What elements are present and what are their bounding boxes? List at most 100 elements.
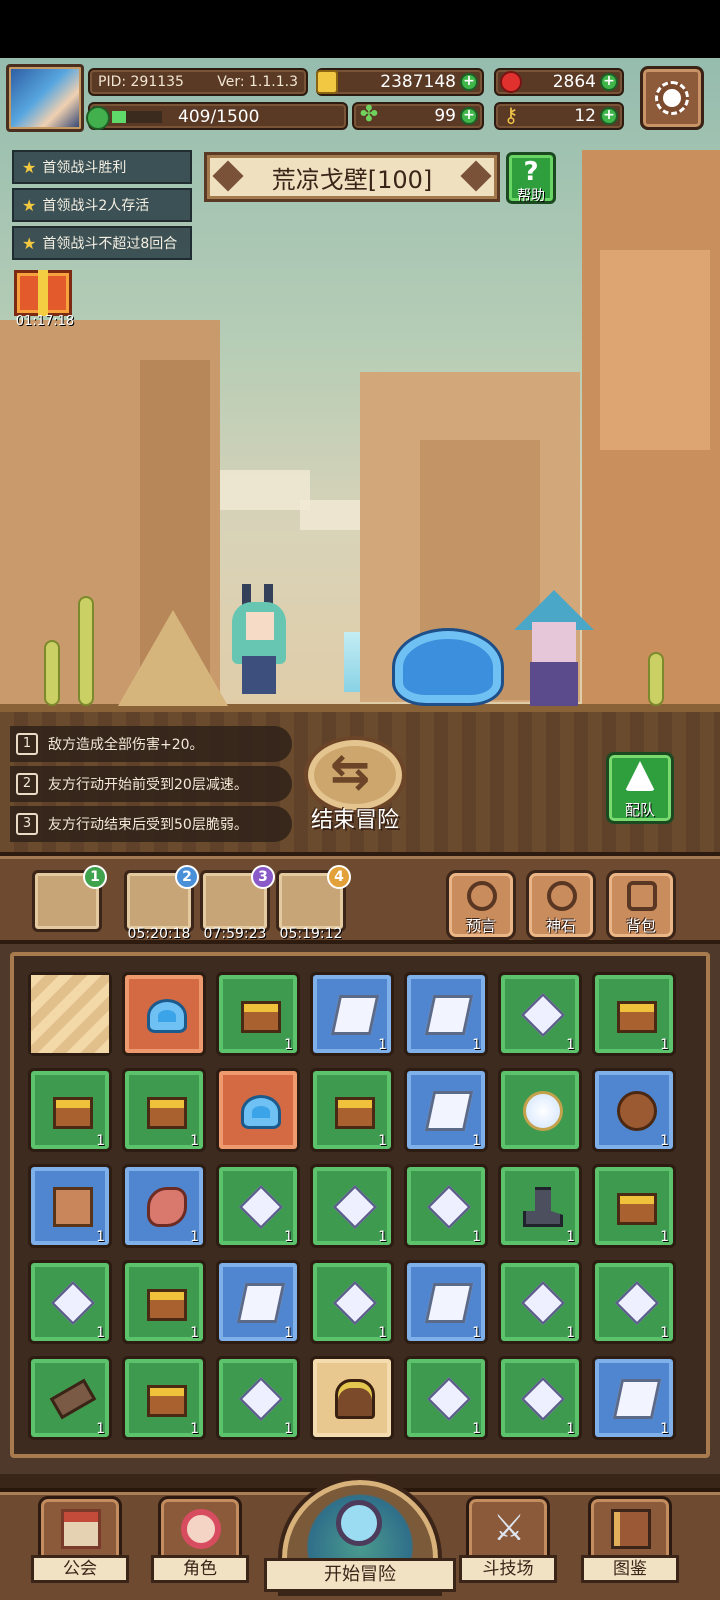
item-count: 1 — [284, 1325, 293, 1341]
gold-pill[interactable]: 2387148 + — [316, 68, 484, 96]
item-count: 1 — [566, 1421, 575, 1437]
inventory-slot[interactable] — [216, 1068, 300, 1152]
item-count: 1 — [660, 1421, 669, 1437]
backpack-button[interactable]: 背包 — [606, 870, 676, 940]
inventory-slot[interactable]: 1 — [404, 1260, 488, 1344]
inventory-slot[interactable]: 1 — [122, 1068, 206, 1152]
inventory-slot[interactable]: 1 — [592, 1164, 676, 1248]
inventory-slot[interactable]: 1 — [216, 1356, 300, 1440]
ingot-icon — [424, 1283, 474, 1323]
gold-value: 2387148 — [380, 72, 456, 92]
player-avatar[interactable] — [6, 64, 84, 132]
inventory-slot[interactable]: 1 — [122, 1356, 206, 1440]
gold-coin-icon — [316, 70, 338, 94]
inventory-slot[interactable]: 1 — [122, 1260, 206, 1344]
cactus — [44, 640, 60, 706]
add-ruby-button[interactable]: + — [600, 73, 618, 91]
stage-slot[interactable]: 4 — [276, 865, 351, 932]
hero-character[interactable] — [232, 584, 286, 696]
item-count: 1 — [190, 1229, 199, 1245]
crystal-icon — [238, 1376, 284, 1422]
exp-bar-fill — [112, 111, 126, 123]
star-icon: ★ — [22, 157, 37, 177]
inventory-slot[interactable] — [310, 1356, 394, 1440]
nav-arena-label: 斗技场 — [459, 1555, 557, 1583]
team-button[interactable]: 配队 — [606, 752, 674, 824]
version-label: Ver: 1.1.1.3 — [217, 74, 298, 90]
ingot-icon — [612, 1379, 662, 1419]
stage-slot[interactable]: 2 — [124, 865, 199, 932]
inventory-slot[interactable]: 1 — [216, 1164, 300, 1248]
inventory-slot[interactable]: 1 — [216, 1260, 300, 1344]
return-arrow-icon: ⇆ — [330, 744, 371, 800]
inventory-slot[interactable]: 1 — [28, 1356, 112, 1440]
ingot-icon — [330, 995, 380, 1035]
help-button[interactable]: ? 帮助 — [506, 152, 556, 204]
cactus — [78, 596, 94, 706]
inventory-slot[interactable]: 1 — [498, 1164, 582, 1248]
inventory-slot[interactable]: 1 — [216, 972, 300, 1056]
guild-hall-icon — [61, 1509, 101, 1549]
end-adventure-button[interactable]: ⇆ 结束冒险 — [300, 730, 410, 838]
godstone-button[interactable]: 神石 — [526, 870, 596, 940]
inventory-slot[interactable]: 1 — [592, 1260, 676, 1344]
nav-character[interactable]: 角色 — [151, 1496, 249, 1583]
inventory-slot[interactable]: 1 — [310, 1164, 394, 1248]
crystal-icon — [520, 992, 566, 1038]
settings-button[interactable] — [640, 66, 704, 130]
star-icon: ★ — [22, 195, 37, 215]
inventory-slot[interactable] — [122, 972, 206, 1056]
item-count: 1 — [472, 1133, 481, 1149]
inventory-slot[interactable]: 1 — [28, 1164, 112, 1248]
add-clover-button[interactable]: + — [460, 107, 478, 125]
blue-slime-enemy[interactable] — [392, 628, 504, 706]
inventory-slot[interactable]: 1 — [592, 1356, 676, 1440]
inventory-slot[interactable]: 1 — [122, 1164, 206, 1248]
clover-pill[interactable]: ✤ 99 + — [352, 102, 484, 130]
ruby-pill[interactable]: 2864 + — [494, 68, 624, 96]
inventory-slot[interactable]: 1 — [498, 1260, 582, 1344]
stage-title-banner: 荒凉戈壁[100] — [204, 152, 500, 202]
nav-codex-label: 图鉴 — [581, 1555, 679, 1583]
inventory-slot[interactable]: 1 — [310, 1260, 394, 1344]
inventory-slot[interactable]: 1 — [310, 972, 394, 1056]
crystal-icon — [332, 1280, 378, 1326]
inventory-slot[interactable]: 1 — [404, 1356, 488, 1440]
item-count: 1 — [566, 1325, 575, 1341]
stage-slot[interactable]: 3 — [200, 865, 275, 932]
nav-character-label: 角色 — [151, 1555, 249, 1583]
inventory-slot[interactable]: 1 — [310, 1068, 394, 1152]
key-pill[interactable]: ⚷ 12 + — [494, 102, 624, 130]
inventory-slot[interactable] — [498, 1068, 582, 1152]
gift-timer: 01:17:18 — [15, 314, 75, 329]
inventory-slot[interactable]: 1 — [592, 972, 676, 1056]
boss-enemy[interactable] — [504, 590, 600, 708]
add-gold-button[interactable]: + — [460, 73, 478, 91]
sand-tile-icon — [31, 975, 109, 1053]
team-icon — [625, 761, 655, 791]
inventory-slot[interactable]: 1 — [404, 1164, 488, 1248]
status-bar — [0, 0, 720, 58]
nav-codex[interactable]: 图鉴 — [581, 1496, 679, 1583]
item-count: 1 — [472, 1037, 481, 1053]
inventory-slot[interactable]: 1 — [498, 972, 582, 1056]
inventory-slot[interactable]: 1 — [592, 1068, 676, 1152]
prophecy-button[interactable]: 预言 — [446, 870, 516, 940]
inventory-slot[interactable]: 1 — [28, 1068, 112, 1152]
add-key-button[interactable]: + — [600, 107, 618, 125]
slot-badge: 3 — [251, 865, 275, 889]
water-spring — [344, 632, 360, 692]
inventory-slot[interactable]: 1 — [28, 1260, 112, 1344]
stage-slot[interactable]: 1 — [32, 865, 107, 932]
inventory-slot[interactable] — [28, 972, 112, 1056]
item-count: 1 — [96, 1325, 105, 1341]
crystal-icon — [520, 1280, 566, 1326]
inventory-slot[interactable]: 1 — [404, 1068, 488, 1152]
inventory-slot[interactable]: 1 — [404, 972, 488, 1056]
inventory-slot[interactable]: 1 — [498, 1356, 582, 1440]
nav-start-adventure[interactable]: 开始冒险 — [264, 1476, 456, 1600]
nav-arena[interactable]: ⚔ 斗技场 — [459, 1496, 557, 1583]
nav-guild[interactable]: 公会 — [31, 1496, 129, 1583]
effect-item: 3 友方行动结束后受到50层脆弱。 — [10, 806, 292, 842]
prophecy-icon — [467, 881, 497, 911]
